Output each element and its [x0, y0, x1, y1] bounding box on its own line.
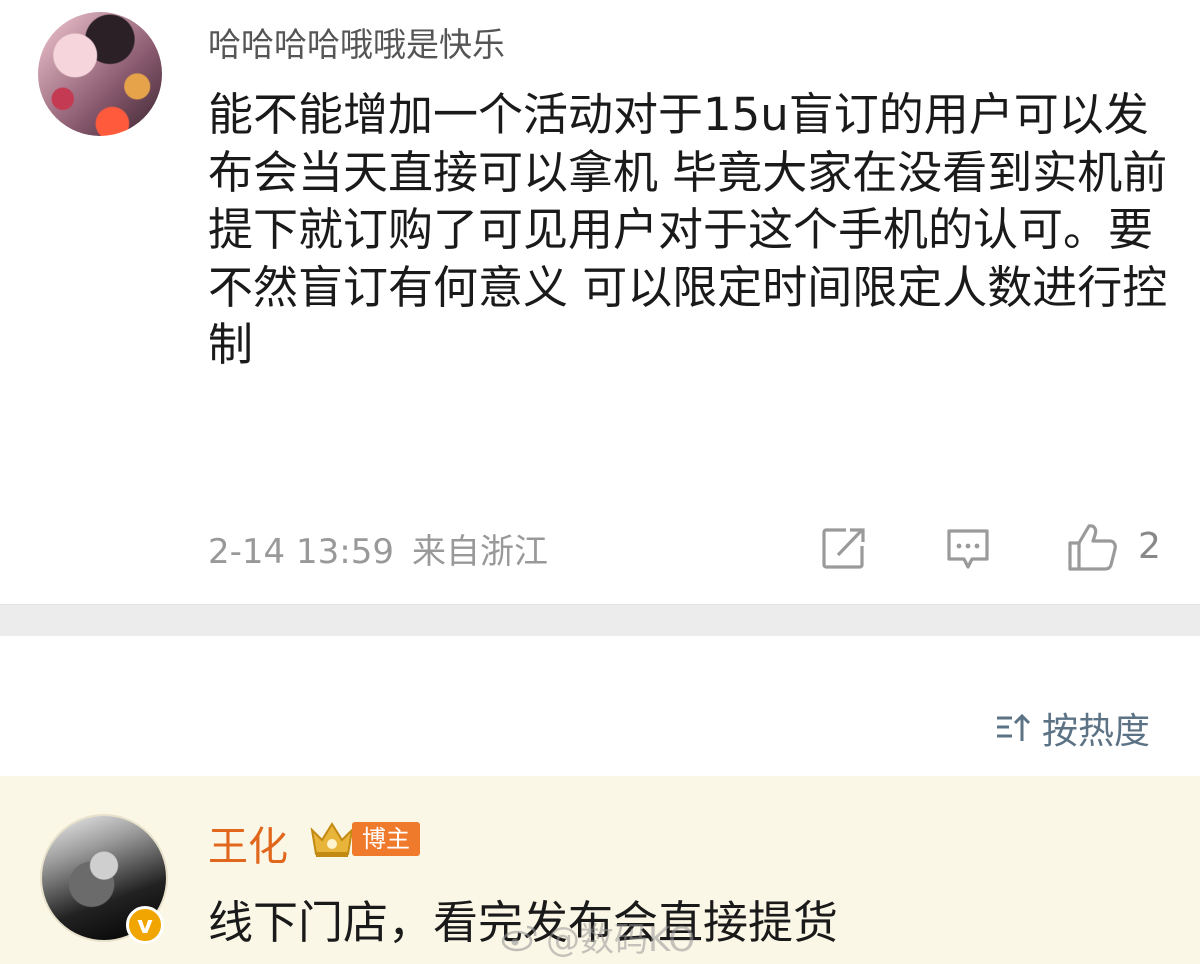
verified-badge: v: [126, 906, 164, 944]
user-avatar[interactable]: [38, 12, 162, 136]
comment-icon[interactable]: [944, 526, 992, 572]
comment-item: 哈哈哈哈哦哦是快乐 能不能增加一个活动对于15u盲订的用户可以发布会当天直接可以…: [0, 0, 1200, 604]
comment-meta: 2-14 13:59 来自浙江: [208, 524, 548, 573]
comment-username[interactable]: 哈哈哈哈哦哦是快乐: [208, 18, 505, 66]
share-icon[interactable]: [820, 525, 868, 571]
section-divider: [0, 604, 1200, 638]
thumbs-up-icon[interactable]: [1066, 522, 1118, 572]
sort-bar: 按热度: [0, 636, 1200, 776]
watermark: @数码KO: [500, 912, 695, 961]
like-count: 2: [1138, 526, 1161, 567]
sort-icon: [996, 713, 1031, 741]
comment-location: 来自浙江: [411, 532, 548, 572]
crown-icon: [310, 822, 354, 857]
sort-by-hot-button[interactable]: 按热度: [994, 702, 1150, 754]
blogger-badge: 博主: [352, 822, 420, 856]
watermark-text: @数码KO: [546, 920, 696, 960]
comment-time: 2-14 13:59: [208, 532, 394, 572]
weibo-logo-icon: [501, 925, 537, 951]
comment-text: 能不能增加一个活动对于15u盲订的用户可以发布会当天直接可以拿机 毕竟大家在没看…: [208, 88, 1168, 371]
comment-username[interactable]: 王化: [208, 814, 288, 872]
sort-label: 按热度: [1041, 711, 1150, 752]
